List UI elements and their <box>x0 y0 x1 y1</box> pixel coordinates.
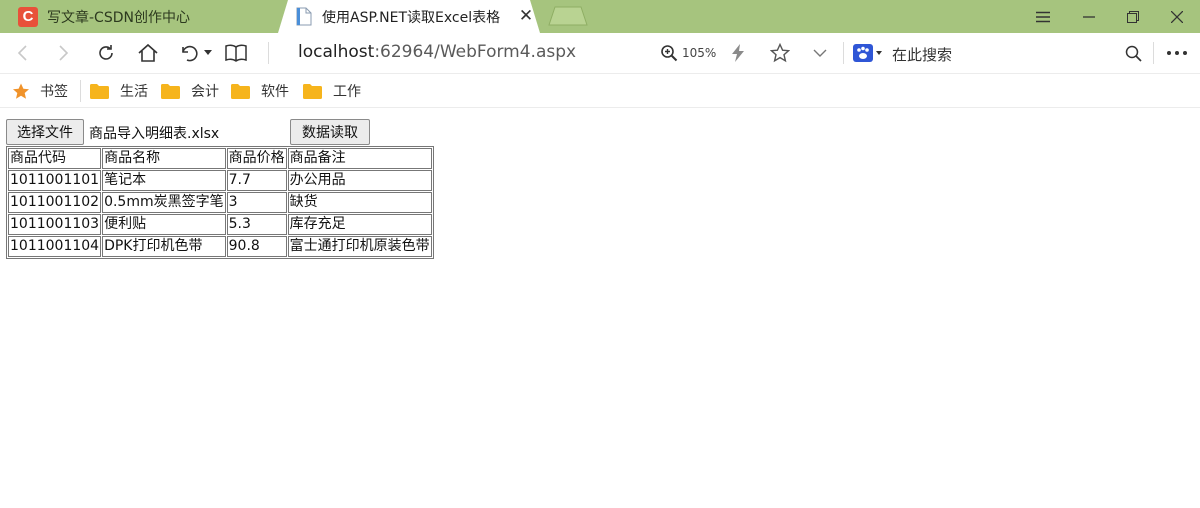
table-header-cell: 商品备注 <box>287 148 432 169</box>
bookmarks-bar: 书签 生活 会计 软件 工作 <box>0 74 1200 108</box>
page-content: 选择文件 商品导入明细表.xlsx 数据读取 商品代码 商品名称 商品价格 商品… <box>0 109 1200 508</box>
tab-title: 写文章-CSDN创作中心 <box>47 9 190 26</box>
zoom-icon[interactable] <box>652 33 686 73</box>
tab-title: 使用ASP.NET读取Excel表格 <box>322 9 501 26</box>
url-path: :62964/WebForm4.aspx <box>374 42 577 62</box>
csdn-logo-icon: C <box>18 6 38 27</box>
data-table: 商品代码 商品名称 商品价格 商品备注 1011001101 笔记本 7.7 办… <box>6 146 434 259</box>
table-header-cell: 商品价格 <box>226 148 287 169</box>
close-icon[interactable]: ✕ <box>518 8 534 25</box>
table-cell: 1011001104 <box>8 236 102 257</box>
table-cell: 3 <box>226 192 287 213</box>
table-cell: 1011001103 <box>8 214 102 235</box>
bookmarks-button[interactable]: 书签 <box>12 74 68 108</box>
close-window-icon[interactable] <box>1154 0 1200 33</box>
tab-bar: C 写文章-CSDN创作中心 使用ASP.NET读取Excel表格 ✕ <box>0 0 1200 33</box>
star-icon <box>13 83 29 99</box>
refresh-icon[interactable] <box>89 33 123 73</box>
table-header-cell: 商品代码 <box>8 148 102 169</box>
table-row: 1011001101 笔记本 7.7 办公用品 <box>8 170 432 191</box>
tab-csdn[interactable]: C 写文章-CSDN创作中心 <box>0 0 292 33</box>
folder-icon <box>303 83 322 99</box>
restore-icon[interactable] <box>1110 0 1156 33</box>
table-row: 1011001103 便利贴 5.3 库存充足 <box>8 214 432 235</box>
table-header-row: 商品代码 商品名称 商品价格 商品备注 <box>8 148 432 169</box>
table-cell: 笔记本 <box>102 170 226 191</box>
table-cell: 库存充足 <box>287 214 432 235</box>
table-header-cell: 商品名称 <box>102 148 226 169</box>
table-cell: 5.3 <box>226 214 287 235</box>
read-data-button[interactable]: 数据读取 <box>290 119 370 145</box>
address-bar[interactable]: localhost:62964/WebForm4.aspx <box>298 42 576 62</box>
bookmark-folder[interactable]: 会计 <box>161 74 219 108</box>
search-icon[interactable] <box>1116 33 1150 73</box>
chevron-down-icon[interactable] <box>803 33 837 73</box>
favorite-star-icon[interactable] <box>763 33 797 73</box>
divider <box>268 42 269 64</box>
new-tab-button[interactable] <box>547 5 589 27</box>
table-cell: 便利贴 <box>102 214 226 235</box>
back-icon[interactable] <box>6 33 40 73</box>
navigation-toolbar: localhost:62964/WebForm4.aspx 105% 在此搜索 <box>0 33 1200 74</box>
more-options-icon[interactable] <box>1160 33 1194 73</box>
table-row: 1011001104 DPK打印机色带 90.8 富士通打印机原装色带 <box>8 236 432 257</box>
divider <box>843 42 844 64</box>
table-cell: 缺货 <box>287 192 432 213</box>
choose-file-button[interactable]: 选择文件 <box>6 119 84 145</box>
forward-icon[interactable] <box>46 33 80 73</box>
selected-file-name: 商品导入明细表.xlsx <box>89 126 220 142</box>
table-cell: DPK打印机色带 <box>102 236 226 257</box>
folder-icon <box>231 83 250 99</box>
lightning-icon[interactable] <box>721 33 755 73</box>
divider <box>1153 42 1154 64</box>
url-host: localhost <box>298 42 375 62</box>
baidu-paw-icon[interactable] <box>850 33 886 73</box>
search-input[interactable]: 在此搜索 <box>892 44 952 65</box>
bookmark-label: 软件 <box>261 84 289 100</box>
bookmark-label: 会计 <box>191 84 219 100</box>
document-icon <box>296 7 312 26</box>
menu-icon[interactable] <box>1020 0 1066 33</box>
table-cell: 90.8 <box>226 236 287 257</box>
bookmark-folder[interactable]: 工作 <box>303 74 361 108</box>
bookmark-folder[interactable]: 软件 <box>231 74 289 108</box>
bookmark-label: 生活 <box>120 84 148 100</box>
table-cell: 7.7 <box>226 170 287 191</box>
zoom-level[interactable]: 105% <box>682 46 716 60</box>
folder-icon <box>161 83 180 99</box>
divider <box>80 80 81 102</box>
undo-dropdown-icon[interactable] <box>199 33 217 73</box>
bookmark-folder[interactable]: 生活 <box>90 74 148 108</box>
bookmark-label: 书签 <box>40 84 68 100</box>
table-cell: 办公用品 <box>287 170 432 191</box>
table-cell: 1011001102 <box>8 192 102 213</box>
reading-mode-icon[interactable] <box>219 33 253 73</box>
home-icon[interactable] <box>131 33 165 73</box>
folder-icon <box>90 83 109 99</box>
bookmark-label: 工作 <box>333 84 361 100</box>
tab-active[interactable]: 使用ASP.NET读取Excel表格 ✕ <box>278 0 540 33</box>
table-cell: 1011001101 <box>8 170 102 191</box>
minimize-icon[interactable] <box>1066 0 1112 33</box>
table-row: 1011001102 0.5mm炭黑签字笔 3 缺货 <box>8 192 432 213</box>
table-cell: 富士通打印机原装色带 <box>287 236 432 257</box>
table-cell: 0.5mm炭黑签字笔 <box>102 192 226 213</box>
